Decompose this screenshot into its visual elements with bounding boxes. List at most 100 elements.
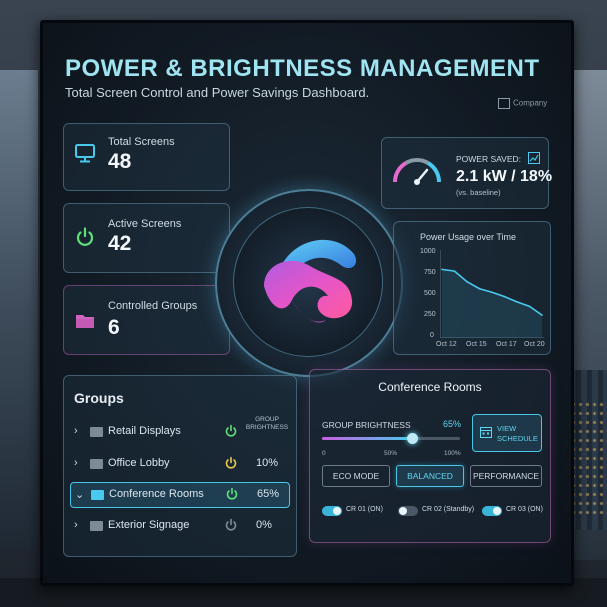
y-tick: 0	[430, 332, 434, 339]
brightness-slider[interactable]	[322, 433, 460, 444]
power-saved-label: POWER SAVED:	[456, 154, 522, 164]
folder-icon	[91, 490, 104, 500]
x-tick: Oct 17	[496, 341, 517, 348]
usage-point	[516, 301, 518, 303]
conference-title: Conference Rooms	[378, 380, 482, 394]
brightness-percent: 65%	[443, 419, 462, 429]
folder-icon	[90, 521, 103, 531]
page-subtitle: Total Screen Control and Power Savings D…	[65, 85, 370, 100]
performance-mode-button[interactable]: PERFORMANCE	[470, 465, 542, 487]
folder-icon	[90, 459, 103, 469]
x-tick: Oct 15	[466, 341, 487, 348]
stat-card-total-screens[interactable]: Total Screens 48	[63, 123, 230, 191]
toggle-switch[interactable]	[398, 506, 418, 516]
toggle-switch[interactable]	[482, 506, 502, 516]
usage-point	[541, 314, 543, 316]
group-name: Office Lobby	[108, 457, 170, 469]
usage-area	[442, 269, 542, 338]
stat-value: 6	[108, 316, 120, 339]
stat-value: 48	[108, 150, 132, 173]
company-name: Company	[513, 98, 548, 108]
y-tick: 500	[424, 290, 436, 297]
chevron-icon[interactable]: ›	[74, 425, 78, 437]
toggle-label: CR 03 (ON)	[506, 506, 543, 513]
x-tick: Oct 12	[436, 341, 457, 348]
power-icon[interactable]	[225, 487, 239, 501]
slider-tick: 0	[322, 450, 326, 457]
stat-label: Active Screens	[108, 218, 182, 230]
group-name: Conference Rooms	[109, 488, 204, 500]
balanced-mode-button[interactable]: BALANCED	[396, 465, 464, 487]
group-row[interactable]: ⌄ Conference Rooms 65%	[70, 482, 290, 508]
chevron-icon[interactable]: ⌄	[75, 488, 84, 501]
usage-point	[466, 280, 468, 283]
company-logo: Company	[498, 98, 547, 109]
y-tick: 250	[424, 311, 436, 318]
toggle-label: CR 02 (Standby)	[422, 506, 475, 513]
slider-handle[interactable]	[406, 433, 418, 444]
calendar-icon	[480, 427, 492, 438]
view-schedule-button[interactable]: VIEW SCHEDULE	[472, 414, 542, 452]
usage-point	[478, 287, 481, 290]
usage-point	[453, 270, 456, 272]
window-right	[570, 70, 607, 560]
group-name: Retail Displays	[108, 425, 181, 437]
room-toggle[interactable]: CR 02 (Standby)	[398, 505, 474, 519]
group-row[interactable]: › Exterior Signage 0%	[70, 514, 288, 538]
usage-point	[491, 291, 493, 294]
slider-tick: 50%	[384, 450, 398, 457]
dashboard-screen: POWER & BRIGHTNESS MANAGEMENT Total Scre…	[40, 20, 574, 586]
hub-inner-ring	[233, 207, 383, 357]
group-row[interactable]: › Retail Displays	[70, 420, 288, 444]
toggle-label: CR 01 (ON)	[346, 506, 383, 513]
usage-point	[528, 305, 531, 308]
power-icon[interactable]	[224, 518, 238, 532]
view-schedule-label: VIEW SCHEDULE	[497, 424, 538, 443]
folder-icon	[76, 315, 94, 328]
group-name: Exterior Signage	[108, 519, 190, 531]
group-brightness-value: 0%	[256, 519, 272, 531]
room-toggle[interactable]: CR 01 (ON)	[322, 505, 392, 519]
stat-value: 42	[108, 232, 132, 255]
brightness-label: GROUP BRIGHTNESS	[322, 420, 411, 430]
usage-point	[441, 268, 443, 271]
x-tick: Oct 20	[524, 341, 545, 348]
power-saved-note: (vs. baseline)	[456, 188, 501, 197]
groups-heading: Groups	[74, 390, 124, 406]
power-saved-value: 2.1 kW / 18%	[456, 168, 553, 185]
company-icon	[498, 98, 510, 109]
conference-rooms-panel: Conference Rooms GROUP BRIGHTNESS 65% 0 …	[309, 369, 551, 543]
group-row[interactable]: › Office Lobby 10%	[70, 452, 288, 476]
slider-fill	[322, 437, 412, 440]
slider-tick: 100%	[444, 450, 461, 457]
y-tick: 1000	[420, 248, 436, 255]
stat-card-controlled-groups[interactable]: Controlled Groups 6	[63, 285, 230, 355]
groups-panel: Groups GROUP BRIGHTNESS › Retail Displays…	[63, 375, 297, 557]
stat-label: Controlled Groups	[108, 300, 198, 312]
power-icon[interactable]	[224, 456, 238, 470]
usage-point	[503, 295, 506, 298]
page-title: POWER & BRIGHTNESS MANAGEMENT	[65, 55, 540, 82]
room-toggle[interactable]: CR 03 (ON)	[482, 505, 552, 519]
gauge-icon	[393, 158, 441, 185]
eco-mode-button[interactable]: ECO MODE	[322, 465, 390, 487]
monitor-icon	[75, 144, 95, 163]
trend-chart-icon[interactable]	[528, 152, 540, 164]
usage-line-chart	[440, 250, 544, 338]
group-brightness-value: 65%	[257, 488, 280, 500]
power-usage-card: Power Usage over Time 1000 750 500 250 0…	[393, 221, 551, 355]
power-saved-card: POWER SAVED: 2.1 kW / 18% (vs. baseline)	[381, 137, 553, 209]
swirl-logo-icon	[264, 239, 357, 323]
power-icon[interactable]	[224, 424, 238, 438]
window-left	[0, 70, 38, 550]
chevron-icon[interactable]: ›	[74, 519, 78, 531]
brand-hub	[215, 189, 403, 377]
stat-label: Total Screens	[108, 136, 175, 148]
power-icon	[76, 227, 94, 246]
chevron-icon[interactable]: ›	[74, 457, 78, 469]
chart-title: Power Usage over Time	[420, 232, 517, 242]
y-tick: 750	[424, 269, 436, 276]
folder-icon	[90, 427, 103, 437]
toggle-switch[interactable]	[322, 506, 342, 516]
stat-card-active-screens[interactable]: Active Screens 42	[63, 203, 230, 273]
